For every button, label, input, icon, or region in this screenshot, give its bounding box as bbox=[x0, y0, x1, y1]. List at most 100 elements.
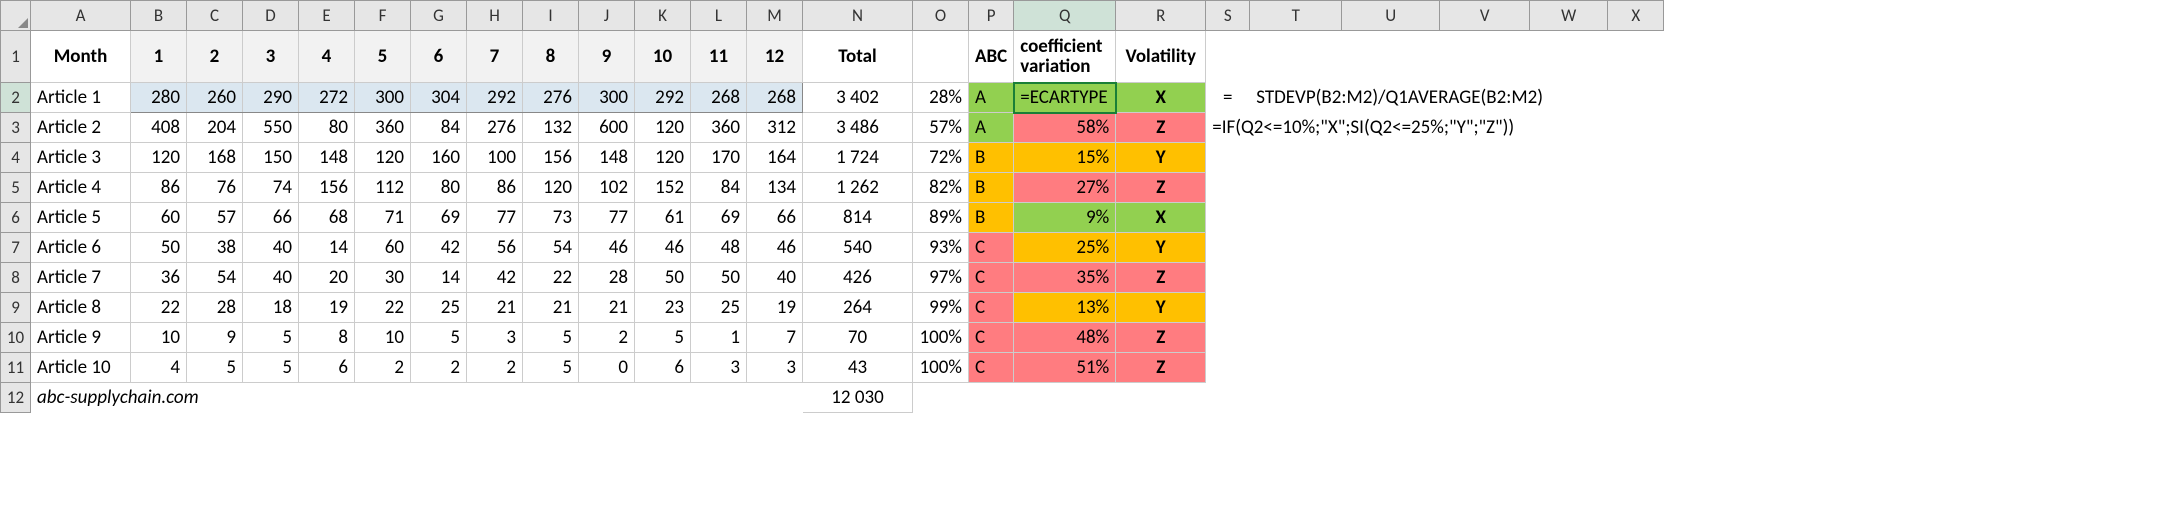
value-2-5[interactable]: 300 bbox=[355, 83, 411, 113]
cell-S7[interactable] bbox=[1206, 233, 1250, 263]
value-6-7[interactable]: 77 bbox=[467, 203, 523, 233]
value-9-2[interactable]: 28 bbox=[187, 293, 243, 323]
vol-11[interactable]: Z bbox=[1116, 353, 1206, 383]
cell-V10[interactable] bbox=[1440, 323, 1530, 353]
value-3-7[interactable]: 276 bbox=[467, 113, 523, 143]
formula-eq-2[interactable]: = bbox=[1206, 83, 1250, 113]
row-header-7[interactable]: 7 bbox=[1, 233, 31, 263]
value-3-1[interactable]: 408 bbox=[131, 113, 187, 143]
value-6-4[interactable]: 68 bbox=[299, 203, 355, 233]
value-8-5[interactable]: 30 bbox=[355, 263, 411, 293]
value-11-7[interactable]: 2 bbox=[467, 353, 523, 383]
cell-S10[interactable] bbox=[1206, 323, 1250, 353]
cell-W5[interactable] bbox=[1530, 173, 1608, 203]
value-3-2[interactable]: 204 bbox=[187, 113, 243, 143]
col-header-B[interactable]: B bbox=[131, 1, 187, 31]
cell-X11[interactable] bbox=[1608, 353, 1664, 383]
cell-O1[interactable] bbox=[913, 31, 969, 83]
cell-W9[interactable] bbox=[1530, 293, 1608, 323]
cell-S4[interactable] bbox=[1206, 143, 1250, 173]
value-8-12[interactable]: 40 bbox=[747, 263, 803, 293]
col-header-H[interactable]: H bbox=[467, 1, 523, 31]
value-7-11[interactable]: 48 bbox=[691, 233, 747, 263]
col-header-J[interactable]: J bbox=[579, 1, 635, 31]
value-3-6[interactable]: 84 bbox=[411, 113, 467, 143]
cell-T4[interactable] bbox=[1250, 143, 1342, 173]
value-4-9[interactable]: 148 bbox=[579, 143, 635, 173]
header-month-12[interactable]: 12 bbox=[747, 31, 803, 83]
value-7-9[interactable]: 46 bbox=[579, 233, 635, 263]
cv-3[interactable]: 58% bbox=[1014, 113, 1116, 143]
cell-S8[interactable] bbox=[1206, 263, 1250, 293]
value-7-12[interactable]: 46 bbox=[747, 233, 803, 263]
cell-T9[interactable] bbox=[1250, 293, 1342, 323]
cell-V7[interactable] bbox=[1440, 233, 1530, 263]
header-total[interactable]: Total bbox=[803, 31, 913, 83]
value-10-10[interactable]: 5 bbox=[635, 323, 691, 353]
value-4-1[interactable]: 120 bbox=[131, 143, 187, 173]
cell-S5[interactable] bbox=[1206, 173, 1250, 203]
vol-9[interactable]: Y bbox=[1116, 293, 1206, 323]
value-7-6[interactable]: 42 bbox=[411, 233, 467, 263]
value-2-7[interactable]: 292 bbox=[467, 83, 523, 113]
cv-7[interactable]: 25% bbox=[1014, 233, 1116, 263]
spreadsheet[interactable]: ABCDEFGHIJKLMNOPQRSTUVWX1Month1234567891… bbox=[0, 0, 1664, 413]
abc-11[interactable]: C bbox=[969, 353, 1014, 383]
value-9-7[interactable]: 21 bbox=[467, 293, 523, 323]
value-6-5[interactable]: 71 bbox=[355, 203, 411, 233]
value-9-3[interactable]: 18 bbox=[243, 293, 299, 323]
cv-2[interactable]: =ECARTYPE bbox=[1014, 83, 1116, 113]
value-7-4[interactable]: 14 bbox=[299, 233, 355, 263]
formula-r2[interactable]: STDEVP(B2:M2)/Q1AVERAGE(B2:M2) bbox=[1250, 83, 1664, 113]
value-10-4[interactable]: 8 bbox=[299, 323, 355, 353]
col-header-O[interactable]: O bbox=[913, 1, 969, 31]
total-8[interactable]: 426 bbox=[803, 263, 913, 293]
cell-V9[interactable] bbox=[1440, 293, 1530, 323]
total-3[interactable]: 3 486 bbox=[803, 113, 913, 143]
cv-10[interactable]: 48% bbox=[1014, 323, 1116, 353]
value-8-8[interactable]: 22 bbox=[523, 263, 579, 293]
pct-3[interactable]: 57% bbox=[913, 113, 969, 143]
cell-T5[interactable] bbox=[1250, 173, 1342, 203]
value-4-11[interactable]: 170 bbox=[691, 143, 747, 173]
select-all-corner[interactable] bbox=[1, 1, 31, 31]
value-8-11[interactable]: 50 bbox=[691, 263, 747, 293]
col-header-K[interactable]: K bbox=[635, 1, 691, 31]
header-cv[interactable]: coefficientvariation bbox=[1014, 31, 1116, 83]
cell-V11[interactable] bbox=[1440, 353, 1530, 383]
pct-4[interactable]: 72% bbox=[913, 143, 969, 173]
header-month-1[interactable]: 1 bbox=[131, 31, 187, 83]
value-3-8[interactable]: 132 bbox=[523, 113, 579, 143]
pct-10[interactable]: 100% bbox=[913, 323, 969, 353]
abc-5[interactable]: B bbox=[969, 173, 1014, 203]
col-header-L[interactable]: L bbox=[691, 1, 747, 31]
col-header-T[interactable]: T bbox=[1250, 1, 1342, 31]
total-4[interactable]: 1 724 bbox=[803, 143, 913, 173]
pct-6[interactable]: 89% bbox=[913, 203, 969, 233]
row-header-4[interactable]: 4 bbox=[1, 143, 31, 173]
value-2-3[interactable]: 290 bbox=[243, 83, 299, 113]
cell-S9[interactable] bbox=[1206, 293, 1250, 323]
value-7-5[interactable]: 60 bbox=[355, 233, 411, 263]
value-7-2[interactable]: 38 bbox=[187, 233, 243, 263]
article-name-8[interactable]: Article 7 bbox=[31, 263, 131, 293]
value-11-3[interactable]: 5 bbox=[243, 353, 299, 383]
header-month-7[interactable]: 7 bbox=[467, 31, 523, 83]
col-header-E[interactable]: E bbox=[299, 1, 355, 31]
row-header-11[interactable]: 11 bbox=[1, 353, 31, 383]
value-6-1[interactable]: 60 bbox=[131, 203, 187, 233]
row-header-1[interactable]: 1 bbox=[1, 31, 31, 83]
cell-W1[interactable] bbox=[1530, 31, 1608, 83]
col-header-X[interactable]: X bbox=[1608, 1, 1664, 31]
cell-W7[interactable] bbox=[1530, 233, 1608, 263]
value-5-8[interactable]: 120 bbox=[523, 173, 579, 203]
article-name-3[interactable]: Article 2 bbox=[31, 113, 131, 143]
abc-9[interactable]: C bbox=[969, 293, 1014, 323]
value-4-8[interactable]: 156 bbox=[523, 143, 579, 173]
value-7-7[interactable]: 56 bbox=[467, 233, 523, 263]
cell-T1[interactable] bbox=[1250, 31, 1342, 83]
cell-U9[interactable] bbox=[1342, 293, 1440, 323]
abc-8[interactable]: C bbox=[969, 263, 1014, 293]
cell-X7[interactable] bbox=[1608, 233, 1664, 263]
cell-S12[interactable] bbox=[1206, 383, 1250, 413]
